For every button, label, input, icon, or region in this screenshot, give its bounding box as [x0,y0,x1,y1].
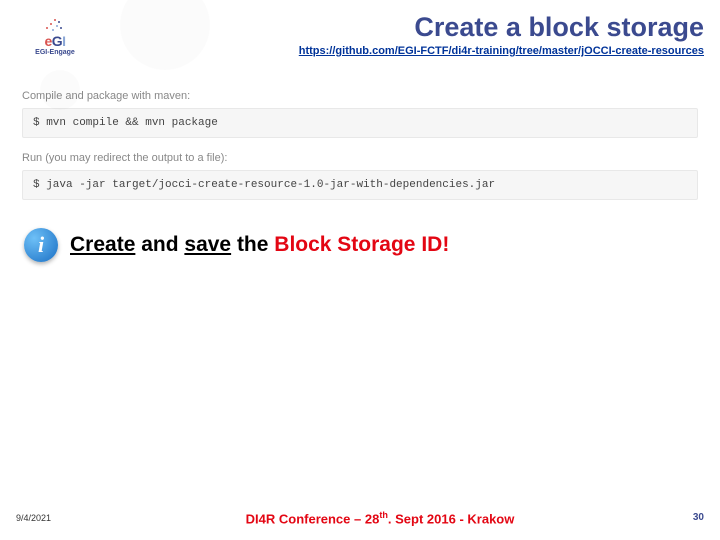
info-icon: i [24,228,58,262]
run-code-block: $ java -jar target/jocci-create-resource… [22,170,698,200]
slide-header: eGI EGI-Engage Create a block storage ht… [0,0,720,64]
logo-subtext: EGI-Engage [35,49,75,56]
compile-label: Compile and package with maven: [22,90,698,102]
footer-conference: DI4R Conference – 28th. Sept 2016 - Krak… [96,510,664,526]
slide-title: Create a block storage [94,12,704,43]
egi-logo: eGI EGI-Engage [16,12,94,60]
footer-date: 9/4/2021 [16,513,96,523]
slide-footer: 9/4/2021 DI4R Conference – 28th. Sept 20… [0,510,720,526]
footer-page-number: 30 [664,512,704,523]
github-link[interactable]: https://github.com/EGI-FCTF/di4r-trainin… [94,45,704,57]
slide-content: Compile and package with maven: $ mvn co… [0,64,720,262]
callout-save: save [184,233,231,256]
callout-tail: the [231,233,274,256]
callout-highlight: Block Storage ID! [274,233,449,256]
callout-create: Create [70,233,135,256]
callout-and: and [135,233,184,256]
run-label: Run (you may redirect the output to a fi… [22,152,698,164]
logo-text: eGI [44,33,65,49]
info-callout: i Create and save the Block Storage ID! [24,228,698,262]
compile-code-block: $ mvn compile && mvn package [22,108,698,138]
callout-text: Create and save the Block Storage ID! [70,233,449,257]
